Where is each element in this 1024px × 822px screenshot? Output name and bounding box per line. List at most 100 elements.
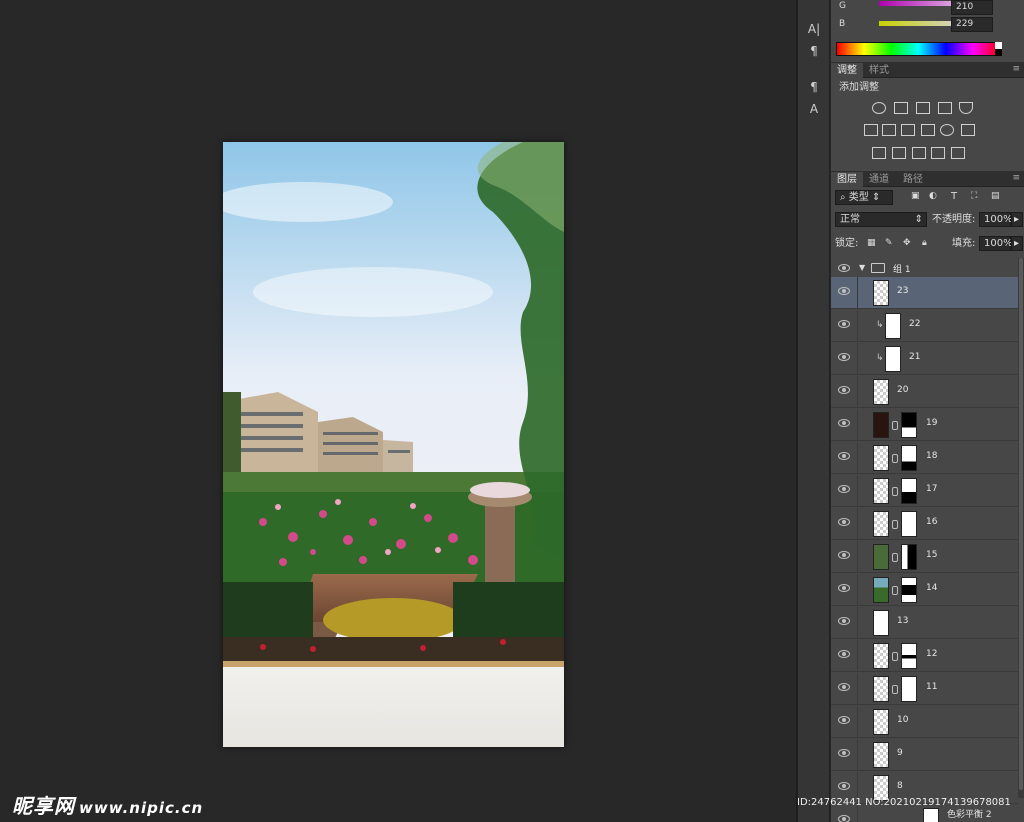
curves-icon[interactable] [916, 102, 930, 114]
b-value-field[interactable]: 229 [951, 17, 993, 32]
eye-icon[interactable] [838, 320, 850, 328]
exposure-icon[interactable] [938, 102, 952, 114]
eye-icon[interactable] [838, 452, 850, 460]
black-white-swatch[interactable] [995, 42, 1002, 56]
selective-color-icon[interactable] [931, 147, 945, 159]
tab-styles[interactable]: 样式 [863, 63, 895, 78]
filter-adjustment-icon[interactable]: ◐ [929, 189, 937, 204]
layer-row-18[interactable]: 18 [831, 442, 1018, 474]
color-lookup-icon[interactable] [961, 124, 975, 136]
group-row[interactable]: ▼ 组 1 [831, 258, 1018, 278]
layer-row-10[interactable]: 10 [831, 706, 1018, 738]
eye-icon[interactable] [838, 287, 850, 295]
panel-menu-icon[interactable]: ≡ [1012, 64, 1020, 74]
eye-icon[interactable] [838, 353, 850, 361]
eye-icon[interactable] [838, 264, 850, 272]
layer-mask-thumbnail[interactable] [901, 577, 917, 603]
posterize-icon[interactable] [892, 147, 906, 159]
layer-row-23[interactable]: 23 [831, 277, 1018, 309]
photo-filter-icon[interactable] [921, 124, 935, 136]
layer-mask-thumbnail[interactable] [901, 643, 917, 669]
color-balance-icon[interactable] [882, 124, 896, 136]
layer-row-21[interactable]: ↳ 21 [831, 343, 1018, 375]
filter-pixel-icon[interactable]: ▣ [911, 189, 920, 204]
fill-dropdown-icon[interactable]: ▸ [1011, 236, 1023, 251]
chain-icon[interactable] [892, 487, 898, 496]
paragraph-styles-icon[interactable]: ¶ [804, 78, 824, 96]
eye-icon[interactable] [838, 683, 850, 691]
layer-row-20[interactable]: 20 [831, 376, 1018, 408]
filter-smart-object-icon[interactable]: ▤ [991, 189, 1000, 204]
layer-row-9[interactable]: 9 [831, 739, 1018, 771]
tab-adjustments[interactable]: 调整 [831, 63, 863, 78]
blend-mode-select[interactable]: 正常 ⇕ [835, 212, 927, 227]
layer-row-17[interactable]: 17 [831, 475, 1018, 507]
eye-icon[interactable] [838, 485, 850, 493]
layer-mask-thumbnail[interactable] [901, 412, 917, 438]
chain-icon[interactable] [892, 553, 898, 562]
document-canvas[interactable] [223, 142, 564, 747]
eye-icon[interactable] [838, 782, 850, 790]
chain-icon[interactable] [892, 586, 898, 595]
layer-row-13[interactable]: 13 [831, 607, 1018, 639]
paragraph-icon[interactable]: ¶ [804, 42, 824, 60]
hue-saturation-icon[interactable] [864, 124, 878, 136]
layer-row-11[interactable]: 11 [831, 673, 1018, 705]
eye-icon[interactable] [838, 650, 850, 658]
eye-icon[interactable] [838, 386, 850, 394]
character-icon[interactable]: A| [804, 20, 824, 38]
tab-paths[interactable]: 路径 [897, 172, 929, 187]
eye-icon[interactable] [838, 518, 850, 526]
chain-icon[interactable] [892, 520, 898, 529]
layer-row-19[interactable]: 19 [831, 409, 1018, 441]
layer-row-22[interactable]: ↳ 22 [831, 310, 1018, 342]
filter-kind-select[interactable]: ⌕ 类型 ⇕ [835, 190, 893, 205]
layer-row-12[interactable]: 12 [831, 640, 1018, 672]
eye-icon[interactable] [838, 716, 850, 724]
gradient-map-icon[interactable] [951, 147, 965, 159]
layer-mask-thumbnail[interactable] [901, 478, 917, 504]
layer-row-14[interactable]: 14 [831, 574, 1018, 606]
layer-row-15[interactable]: 15 [831, 541, 1018, 573]
layer-mask-thumbnail[interactable] [901, 445, 917, 471]
channel-mixer-icon[interactable] [940, 124, 954, 136]
eye-icon[interactable] [838, 617, 850, 625]
lock-position-icon[interactable]: ✥ [903, 236, 911, 251]
color-spectrum[interactable] [836, 42, 1001, 56]
levels-icon[interactable] [894, 102, 908, 114]
fill-field[interactable]: 100% [979, 236, 1013, 251]
chain-icon[interactable] [892, 454, 898, 463]
opacity-field[interactable]: 100% [979, 212, 1013, 227]
layer-mask-thumbnail[interactable] [901, 544, 917, 570]
canvas-workspace[interactable]: 昵享网 www.nipic.cn [0, 0, 796, 822]
layers-menu-icon[interactable]: ≡ [1012, 173, 1020, 183]
layer-mask-thumbnail[interactable] [901, 676, 917, 702]
chain-icon[interactable] [892, 652, 898, 661]
filter-type-icon[interactable]: T [951, 189, 957, 204]
eye-icon[interactable] [838, 584, 850, 592]
layers-scroll-thumb[interactable] [1019, 258, 1023, 790]
black-white-icon[interactable] [901, 124, 915, 136]
brightness-icon[interactable] [872, 102, 886, 114]
filter-shape-icon[interactable]: ⛶ [971, 189, 977, 204]
eye-icon[interactable] [838, 419, 850, 427]
group-expand-icon[interactable]: ▼ [859, 260, 865, 275]
eye-icon[interactable] [838, 749, 850, 757]
chain-icon[interactable] [892, 421, 898, 430]
layer-mask-thumbnail[interactable] [901, 511, 917, 537]
eye-icon[interactable] [838, 551, 850, 559]
lock-transparency-icon[interactable]: ▦ [867, 236, 876, 251]
tab-layers[interactable]: 图层 [831, 172, 863, 187]
eye-icon[interactable] [838, 815, 850, 822]
g-value-field[interactable]: 210 [951, 0, 993, 15]
invert-icon[interactable] [872, 147, 886, 159]
threshold-icon[interactable] [912, 147, 926, 159]
character-styles-icon[interactable]: A [804, 100, 824, 118]
lock-all-icon[interactable]: 🔒︎ [922, 236, 927, 251]
chain-icon[interactable] [892, 685, 898, 694]
opacity-dropdown-icon[interactable]: ▸ [1011, 212, 1023, 227]
vibrance-icon[interactable] [959, 102, 973, 114]
lock-pixels-icon[interactable]: ✎ [885, 236, 893, 251]
layer-row-16[interactable]: 16 [831, 508, 1018, 540]
tab-channels[interactable]: 通道 [863, 172, 895, 187]
